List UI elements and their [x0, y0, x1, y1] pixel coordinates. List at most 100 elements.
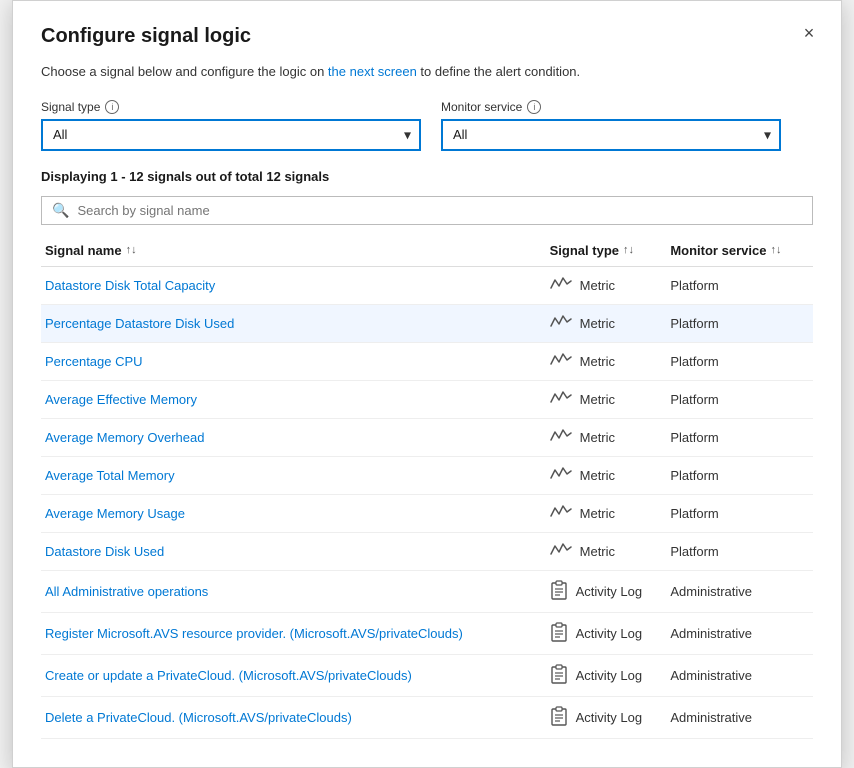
activity-icon	[550, 706, 568, 729]
table-row[interactable]: Average Total Memory Metric Platform	[41, 456, 813, 494]
signal-type-text: Activity Log	[576, 710, 642, 725]
signal-name-link[interactable]: Register Microsoft.AVS resource provider…	[45, 626, 463, 641]
signal-name-link[interactable]: Average Total Memory	[45, 468, 175, 483]
table-row[interactable]: Create or update a PrivateCloud. (Micros…	[41, 654, 813, 696]
signal-type-cell: Metric	[550, 532, 671, 570]
activity-icon	[550, 580, 568, 603]
table-body: Datastore Disk Total Capacity MetricPlat…	[41, 266, 813, 738]
count-label: Displaying 1 - 12 signals out of total 1…	[41, 169, 813, 184]
activity-icon	[550, 622, 568, 645]
col-signal-type: Signal type ↑↓	[550, 235, 671, 267]
signal-type-cell: Metric	[550, 342, 671, 380]
signal-name-cell: Average Effective Memory	[41, 380, 550, 418]
signal-name-link[interactable]: Average Memory Overhead	[45, 430, 204, 445]
signal-type-text: Metric	[580, 506, 615, 521]
signal-name-cell: Delete a PrivateCloud. (Microsoft.AVS/pr…	[41, 696, 550, 738]
signal-type-cell: Activity Log	[550, 654, 671, 696]
signal-type-text: Metric	[580, 544, 615, 559]
signal-name-link[interactable]: Create or update a PrivateCloud. (Micros…	[45, 668, 412, 683]
metric-icon	[550, 504, 572, 523]
signal-type-text: Metric	[580, 278, 615, 293]
signal-type-cell: Metric	[550, 456, 671, 494]
sort-signal-type[interactable]: Signal type ↑↓	[550, 243, 634, 258]
metric-icon	[550, 276, 572, 295]
search-input[interactable]	[77, 203, 802, 218]
signal-type-text: Activity Log	[576, 668, 642, 683]
search-icon: 🔍	[52, 202, 69, 219]
monitor-service-cell: Administrative	[670, 612, 813, 654]
signal-type-text: Activity Log	[576, 626, 642, 641]
signal-type-text: Metric	[580, 468, 615, 483]
sort-monitor-service[interactable]: Monitor service ↑↓	[670, 243, 781, 258]
monitor-service-cell: Platform	[670, 418, 813, 456]
col-signal-name: Signal name ↑↓	[41, 235, 550, 267]
signal-name-link[interactable]: Percentage CPU	[45, 354, 143, 369]
monitor-service-cell: Platform	[670, 304, 813, 342]
monitor-service-cell: Administrative	[670, 696, 813, 738]
signal-name-link[interactable]: Average Memory Usage	[45, 506, 185, 521]
metric-icon	[550, 466, 572, 485]
signal-name-link[interactable]: Percentage Datastore Disk Used	[45, 316, 234, 331]
sort-signal-name[interactable]: Signal name ↑↓	[45, 243, 137, 258]
sort-signal-name-icon: ↑↓	[126, 244, 137, 256]
dialog-title: Configure signal logic	[41, 25, 813, 48]
signal-type-cell: Metric	[550, 494, 671, 532]
signal-type-cell: Activity Log	[550, 570, 671, 612]
signal-name-cell: All Administrative operations	[41, 570, 550, 612]
metric-icon	[550, 390, 572, 409]
col-monitor-service: Monitor service ↑↓	[670, 235, 813, 267]
monitor-service-select[interactable]: All Platform Administrative	[441, 119, 781, 151]
signal-name-link[interactable]: Delete a PrivateCloud. (Microsoft.AVS/pr…	[45, 710, 352, 725]
signals-table: Signal name ↑↓ Signal type ↑↓ Monitor se…	[41, 235, 813, 739]
metric-icon	[550, 428, 572, 447]
signal-type-cell: Activity Log	[550, 696, 671, 738]
monitor-service-cell: Platform	[670, 456, 813, 494]
monitor-service-cell: Platform	[670, 266, 813, 304]
signal-name-cell: Create or update a PrivateCloud. (Micros…	[41, 654, 550, 696]
table-row[interactable]: Average Memory Usage MetricPlatform	[41, 494, 813, 532]
configure-signal-dialog: Configure signal logic × Choose a signal…	[12, 0, 842, 768]
table-row[interactable]: Datastore Disk Used Metric Platform	[41, 532, 813, 570]
signal-type-cell: Metric	[550, 418, 671, 456]
signal-type-label: Signal type i	[41, 100, 421, 114]
signal-name-link[interactable]: All Administrative operations	[45, 584, 208, 599]
signal-name-link[interactable]: Average Effective Memory	[45, 392, 197, 407]
monitor-service-cell: Platform	[670, 532, 813, 570]
table-row[interactable]: Average Effective Memory MetricPlatform	[41, 380, 813, 418]
sort-signal-type-icon: ↑↓	[623, 244, 634, 256]
signal-name-link[interactable]: Datastore Disk Total Capacity	[45, 278, 215, 293]
monitor-service-select-wrapper: All Platform Administrative	[441, 119, 781, 151]
signal-type-cell: Metric	[550, 304, 671, 342]
signal-type-cell: Activity Log	[550, 612, 671, 654]
metric-icon	[550, 352, 572, 371]
table-row[interactable]: Percentage Datastore Disk Used Metric Pla…	[41, 304, 813, 342]
table-row[interactable]: Register Microsoft.AVS resource provider…	[41, 612, 813, 654]
table-row[interactable]: Datastore Disk Total Capacity Metric Plat…	[41, 266, 813, 304]
filters-row: Signal type i All Metric Activity Log Mo…	[41, 100, 813, 151]
monitor-service-filter: Monitor service i All Platform Administr…	[441, 100, 781, 151]
table-row[interactable]: Average Memory Overhead MetricPlatform	[41, 418, 813, 456]
table-row[interactable]: Delete a PrivateCloud. (Microsoft.AVS/pr…	[41, 696, 813, 738]
signal-name-cell: Average Memory Overhead	[41, 418, 550, 456]
monitor-service-info-icon[interactable]: i	[527, 100, 541, 114]
description-link[interactable]: the next screen	[328, 64, 417, 79]
signal-type-cell: Metric	[550, 266, 671, 304]
signal-name-cell: Percentage CPU	[41, 342, 550, 380]
close-button[interactable]: ×	[795, 19, 823, 47]
signal-name-link[interactable]: Datastore Disk Used	[45, 544, 164, 559]
table-row[interactable]: All Administrative operations Activity L…	[41, 570, 813, 612]
signal-type-text: Metric	[580, 316, 615, 331]
monitor-service-cell: Platform	[670, 342, 813, 380]
signal-name-cell: Average Total Memory	[41, 456, 550, 494]
signal-name-cell: Percentage Datastore Disk Used	[41, 304, 550, 342]
signal-name-cell: Datastore Disk Used	[41, 532, 550, 570]
metric-icon	[550, 314, 572, 333]
table-row[interactable]: Percentage CPU MetricPlatform	[41, 342, 813, 380]
metric-icon	[550, 542, 572, 561]
signal-type-info-icon[interactable]: i	[105, 100, 119, 114]
signal-name-cell: Average Memory Usage	[41, 494, 550, 532]
search-box: 🔍	[41, 196, 813, 225]
signal-type-select[interactable]: All Metric Activity Log	[41, 119, 421, 151]
monitor-service-label: Monitor service i	[441, 100, 781, 114]
monitor-service-cell: Platform	[670, 380, 813, 418]
